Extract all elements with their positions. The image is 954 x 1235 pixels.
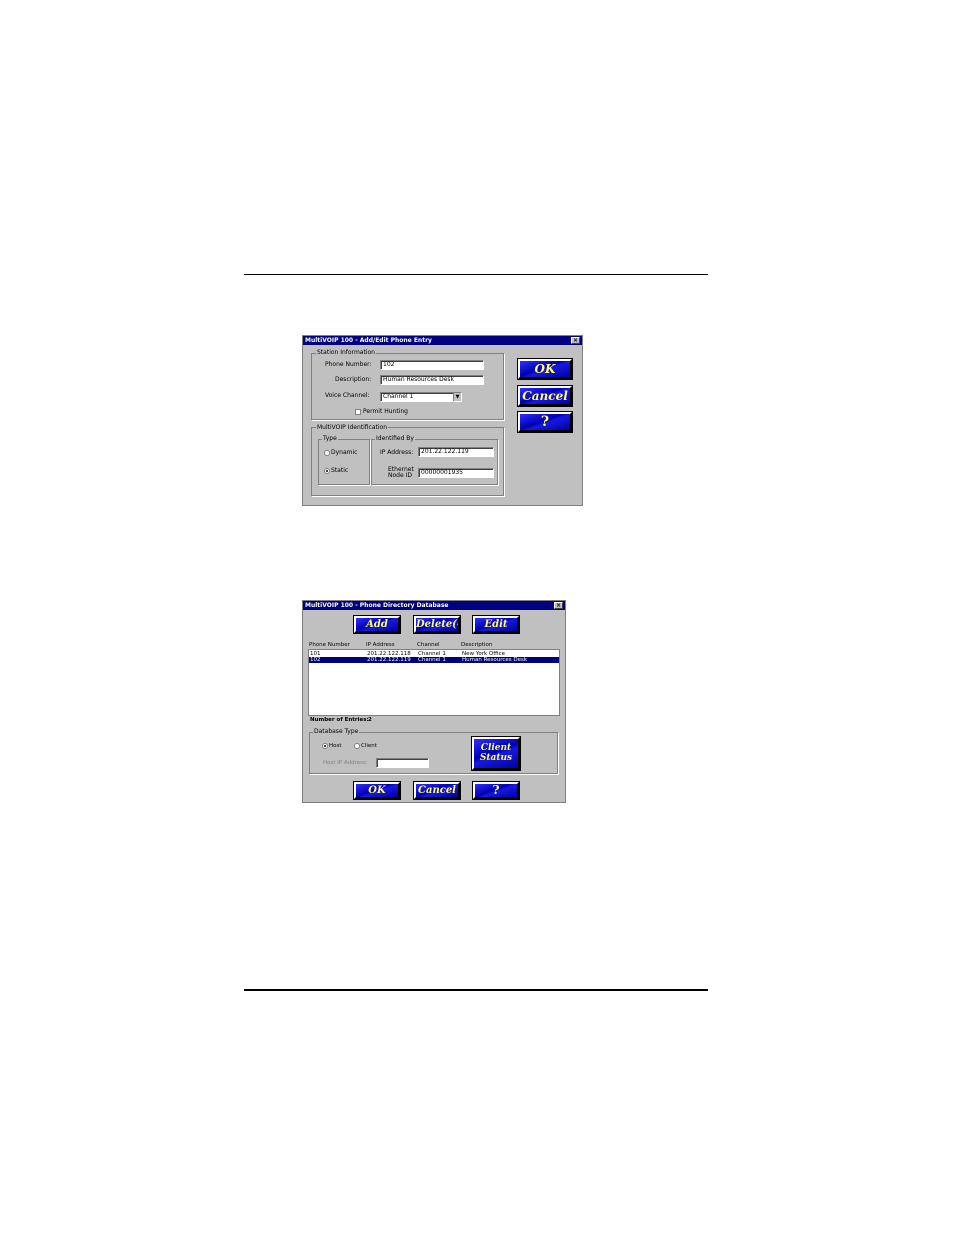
close-icon[interactable]: × xyxy=(554,602,563,609)
dynamic-radio[interactable] xyxy=(324,450,330,456)
cell-ip: 201.22.122.119 xyxy=(367,657,411,663)
host-radio[interactable] xyxy=(322,743,328,749)
phone-number-label: Phone Number: xyxy=(325,361,372,368)
close-icon[interactable]: × xyxy=(571,337,580,344)
add-edit-phone-entry-dialog: MultiVOIP 100 - Add/Edit Phone Entry × S… xyxy=(302,335,583,506)
cancel-button[interactable]: Cancel xyxy=(517,385,573,407)
client-status-button[interactable]: Client Status xyxy=(471,736,521,771)
phone-number-input[interactable]: 102 xyxy=(380,360,484,370)
cancel-button[interactable]: Cancel xyxy=(413,781,461,800)
description-input[interactable]: Human Resources Desk xyxy=(380,375,484,385)
permit-hunting-checkbox[interactable] xyxy=(355,409,361,415)
voice-channel-select[interactable]: Channel 1 ▼ xyxy=(380,392,462,402)
client-label: Client xyxy=(361,743,377,749)
identified-by-title: Identified By xyxy=(375,435,415,442)
edit-button[interactable]: Edit xyxy=(472,615,520,634)
column-header-ip-address[interactable]: IP Address xyxy=(366,641,395,649)
column-header-phone-number[interactable]: Phone Number xyxy=(309,641,350,649)
number-of-entries-value: 2 xyxy=(368,717,372,723)
database-type-group xyxy=(309,732,558,774)
edit-dialog-titlebar: MultiVOIP 100 - Add/Edit Phone Entry × xyxy=(303,336,582,345)
client-status-line-1: Client xyxy=(480,743,512,753)
description-label: Description: xyxy=(335,376,372,383)
ok-button[interactable]: OK xyxy=(517,358,573,380)
number-of-entries-label: Number of Entries: xyxy=(310,717,369,723)
table-row[interactable]: 102 201.22.122.119 Channel 1 Human Resou… xyxy=(309,657,559,663)
cell-channel: Channel 1 xyxy=(418,657,446,663)
column-header-channel[interactable]: Channel xyxy=(417,641,440,649)
ip-address-label: IP Address: xyxy=(380,449,414,456)
client-radio[interactable] xyxy=(354,743,360,749)
top-rule xyxy=(244,274,708,275)
ethernet-node-id-input[interactable]: 00000001935 xyxy=(418,468,494,478)
ip-address-input[interactable]: 201.22.122.119 xyxy=(418,447,494,457)
dir-dialog-titlebar: MultiVOIP 100 - Phone Directory Database… xyxy=(303,601,565,610)
ok-button[interactable]: OK xyxy=(353,781,401,800)
cell-description: Human Resources Desk xyxy=(462,657,528,663)
edit-dialog-title: MultiVOIP 100 - Add/Edit Phone Entry xyxy=(305,337,432,344)
client-status-line-2: Status xyxy=(479,753,513,763)
static-label: Static xyxy=(331,467,349,474)
node-id-label: Node ID xyxy=(388,472,412,479)
add-button[interactable]: Add (+) xyxy=(353,615,401,634)
host-label: Host xyxy=(329,743,342,749)
voice-channel-value: Channel 1 xyxy=(383,393,414,400)
bottom-rule xyxy=(244,989,708,991)
type-title: Type xyxy=(322,435,338,442)
type-group xyxy=(318,439,370,485)
static-radio[interactable] xyxy=(324,468,330,474)
station-information-title: Station Information xyxy=(316,349,376,356)
dir-dialog-title: MultiVOIP 100 - Phone Directory Database xyxy=(305,602,449,609)
cell-phone: 102 xyxy=(310,657,321,663)
permit-hunting-label: Permit Hunting xyxy=(363,408,408,415)
chevron-down-icon[interactable]: ▼ xyxy=(453,393,461,401)
phone-directory-list[interactable]: 101 201.22.122.118 Channel 1 New York Of… xyxy=(308,649,560,716)
voice-channel-label: Voice Channel: xyxy=(325,392,370,399)
help-icon[interactable]: ? xyxy=(472,781,520,800)
help-icon[interactable]: ? xyxy=(517,411,573,433)
delete-button[interactable]: Delete(-) xyxy=(413,615,461,634)
database-type-title: Database Type xyxy=(313,728,360,735)
multivoip-identification-title: MultiVOIP Identification xyxy=(316,424,389,431)
phone-directory-database-dialog: MultiVOIP 100 - Phone Directory Database… xyxy=(302,600,566,803)
column-header-description[interactable]: Description xyxy=(461,641,492,649)
dynamic-label: Dynamic xyxy=(331,449,358,456)
host-ip-address-label: Host IP Address: xyxy=(323,760,368,766)
host-ip-address-input[interactable] xyxy=(376,758,429,768)
